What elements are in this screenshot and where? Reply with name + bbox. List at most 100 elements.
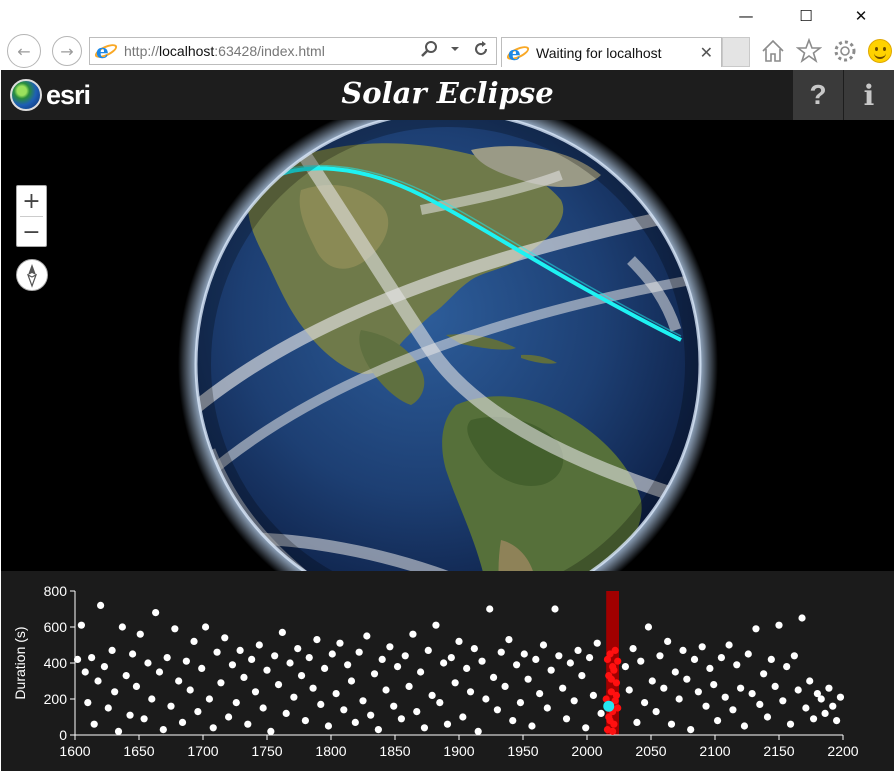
eclipse-point[interactable] — [489, 673, 498, 681]
eclipse-point[interactable] — [486, 605, 494, 613]
eclipse-point[interactable] — [111, 688, 119, 696]
eclipse-point[interactable] — [297, 672, 306, 680]
eclipse-point[interactable] — [73, 655, 82, 663]
eclipse-point[interactable] — [104, 704, 112, 712]
eclipse-point[interactable] — [294, 645, 302, 653]
eclipse-point[interactable] — [282, 709, 290, 717]
home-icon[interactable] — [760, 38, 786, 64]
eclipse-point[interactable] — [443, 720, 452, 728]
eclipse-point[interactable] — [470, 645, 478, 653]
eclipse-point[interactable] — [597, 709, 605, 717]
eclipse-point[interactable] — [77, 621, 85, 629]
eclipse-point[interactable] — [198, 664, 206, 672]
eclipse-point[interactable] — [667, 720, 676, 728]
eclipse-point[interactable] — [505, 636, 513, 644]
eclipse-point[interactable] — [217, 679, 225, 687]
eclipse-point[interactable] — [740, 722, 749, 730]
eclipse-point[interactable] — [271, 652, 279, 660]
eclipse-point[interactable] — [363, 632, 371, 640]
highlighted-eclipse-point[interactable] — [611, 646, 619, 654]
eclipse-point[interactable] — [733, 661, 741, 669]
eclipse-point[interactable] — [221, 634, 229, 642]
eclipse-point[interactable] — [409, 630, 417, 638]
eclipse-point[interactable] — [690, 655, 699, 663]
back-button[interactable]: ← — [7, 34, 41, 68]
eclipse-point[interactable] — [574, 646, 582, 654]
eclipse-point[interactable] — [359, 697, 367, 705]
eclipse-point[interactable] — [140, 715, 148, 723]
eclipse-point[interactable] — [186, 686, 194, 694]
eclipse-point[interactable] — [629, 645, 637, 653]
eclipse-point[interactable] — [524, 675, 532, 683]
minimize-button[interactable]: — — [723, 0, 769, 32]
eclipse-point[interactable] — [729, 706, 737, 714]
eclipse-point[interactable] — [397, 715, 405, 723]
eclipse-point[interactable] — [566, 659, 574, 667]
eclipse-point[interactable] — [136, 630, 144, 638]
eclipse-point[interactable] — [706, 664, 714, 672]
zoom-out-button[interactable]: − — [17, 217, 46, 247]
eclipse-point[interactable] — [671, 668, 679, 676]
eclipse-point[interactable] — [378, 655, 386, 663]
eclipse-point[interactable] — [539, 641, 548, 649]
eclipse-point[interactable] — [648, 677, 656, 685]
eclipse-point[interactable] — [536, 690, 544, 698]
eclipse-point[interactable] — [81, 668, 89, 676]
eclipse-point[interactable] — [589, 691, 598, 699]
eclipse-point[interactable] — [255, 641, 263, 649]
eclipse-point[interactable] — [763, 713, 772, 721]
eclipse-point[interactable] — [775, 621, 783, 629]
eclipse-point[interactable] — [478, 657, 486, 665]
eclipse-point[interactable] — [748, 690, 756, 698]
eclipse-point[interactable] — [386, 643, 394, 651]
eclipse-point[interactable] — [367, 711, 375, 719]
eclipse-point[interactable] — [190, 637, 198, 645]
eclipse-point[interactable] — [817, 695, 825, 703]
eclipse-point[interactable] — [455, 637, 463, 645]
eclipse-point[interactable] — [84, 699, 92, 707]
eclipse-point[interactable] — [497, 648, 505, 656]
eclipse-point[interactable] — [652, 708, 660, 716]
eclipse-point[interactable] — [509, 717, 517, 725]
eclipse-point[interactable] — [806, 677, 814, 685]
zoom-in-button[interactable]: + — [17, 186, 46, 216]
eclipse-point[interactable] — [148, 695, 156, 703]
eclipse-point[interactable] — [251, 688, 260, 696]
highlighted-eclipse-point[interactable] — [603, 655, 612, 663]
eclipse-point[interactable] — [744, 650, 752, 658]
eclipse-point[interactable] — [97, 601, 105, 609]
eclipse-point[interactable] — [324, 722, 333, 730]
eclipse-point[interactable] — [328, 650, 336, 658]
eclipse-point[interactable] — [767, 655, 775, 663]
eclipse-point[interactable] — [459, 713, 467, 721]
favorites-star-icon[interactable] — [796, 38, 822, 64]
eclipse-point[interactable] — [547, 666, 555, 674]
eclipse-point[interactable] — [532, 655, 540, 663]
eclipse-point[interactable] — [129, 650, 137, 658]
eclipse-point[interactable] — [641, 699, 649, 707]
eclipse-point[interactable] — [370, 670, 379, 678]
address-bar[interactable]: e http://localhost:63428/index.html — [89, 37, 497, 65]
eclipse-point[interactable] — [225, 713, 233, 721]
selected-eclipse-point[interactable] — [603, 700, 615, 712]
eclipse-point[interactable] — [516, 699, 525, 707]
eclipse-point[interactable] — [114, 727, 123, 735]
eclipse-point[interactable] — [144, 659, 152, 667]
eclipse-point[interactable] — [405, 682, 413, 690]
browser-tab[interactable]: e Waiting for localhost ✕ — [501, 37, 722, 67]
eclipse-point[interactable] — [694, 688, 702, 696]
eclipse-point[interactable] — [267, 727, 275, 735]
help-button[interactable]: ? — [793, 70, 843, 120]
highlighted-eclipse-point[interactable] — [614, 704, 622, 712]
eclipse-point[interactable] — [355, 648, 363, 656]
eclipse-point[interactable] — [756, 700, 764, 708]
eclipse-point[interactable] — [159, 726, 167, 734]
eclipse-point[interactable] — [94, 677, 102, 685]
eclipse-duration-scatter-chart[interactable]: 0 200 400 600 800 1600 1650 1700 1750 1800 1850 190… — [1, 571, 894, 771]
eclipse-point[interactable] — [621, 663, 630, 671]
eclipse-point[interactable] — [209, 724, 217, 732]
eclipse-point[interactable] — [474, 727, 482, 735]
eclipse-point[interactable] — [163, 654, 171, 662]
eclipse-point[interactable] — [802, 704, 810, 712]
eclipse-point[interactable] — [88, 654, 96, 662]
